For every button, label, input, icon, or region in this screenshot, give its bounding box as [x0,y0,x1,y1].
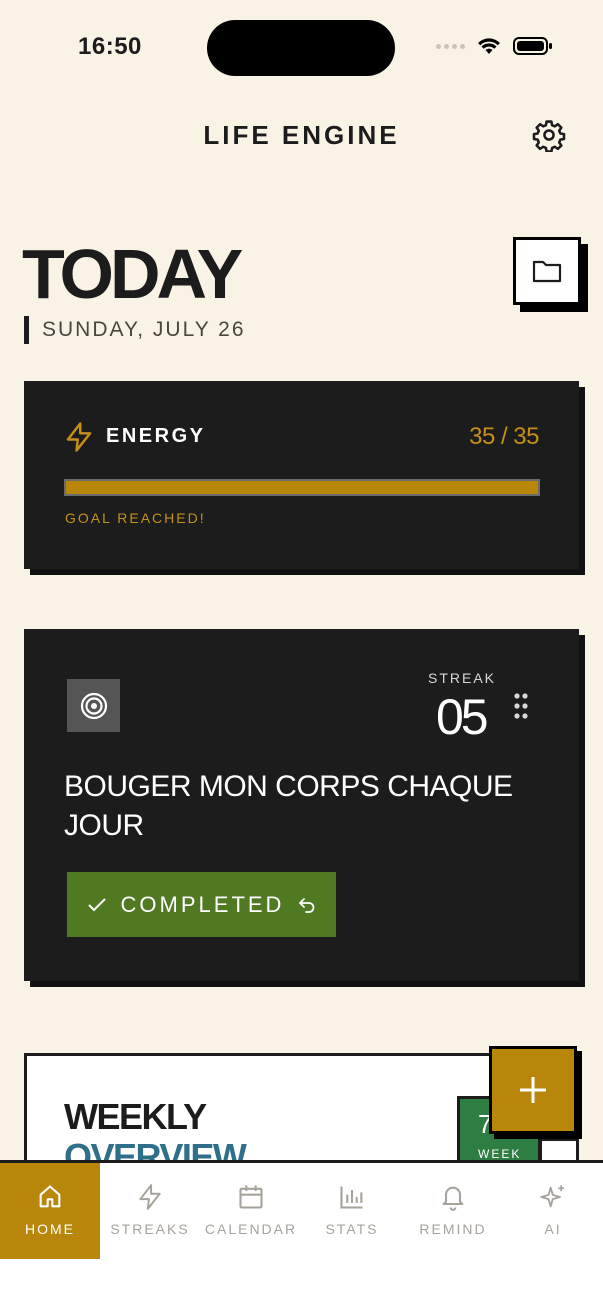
lightning-icon [139,1184,161,1210]
folder-button[interactable] [513,237,581,305]
app-title: LIFE ENGINE [203,120,400,150]
bottom-nav: HOME STREAKS CALENDAR STATS REMIND AI [0,1160,603,1311]
nav-label-calendar: CALENDAR [204,1221,298,1237]
date-label: SUNDAY, JULY 26 [42,318,246,341]
add-button[interactable] [489,1046,577,1134]
nav-label-home: HOME [25,1221,75,1237]
weekly-title-line1: WEEKLY [64,1096,207,1137]
battery-icon [513,37,552,55]
target-icon [80,692,107,719]
gear-icon [532,120,566,152]
undo-icon [299,897,315,913]
bell-icon [442,1186,464,1211]
folder-icon [532,260,562,283]
streak-label: STREAK [428,670,497,686]
energy-card: ENERGY 35 / 35 GOAL REACHED! [24,381,579,569]
signal-dots-icon [436,43,465,49]
completed-label: COMPLETED [120,891,285,917]
habit-card[interactable]: STREAK 05 BOUGER MON CORPS CHAQUE JOUR C… [24,629,579,981]
nav-item-streaks[interactable]: STREAKS [100,1163,200,1259]
drag-handle-icon[interactable] [514,693,528,719]
habit-title: BOUGER MON CORPS CHAQUE JOUR [64,770,513,842]
energy-count: 35 / 35 [469,423,539,450]
nav-item-ai[interactable]: AI [503,1163,603,1259]
nav-label-stats: STATS [325,1221,379,1237]
check-icon [87,897,106,911]
date-accent-bar [24,316,29,344]
lightning-icon [66,422,92,452]
completed-button[interactable]: COMPLETED [67,872,336,937]
plus-icon [520,1077,546,1103]
nav-item-home[interactable]: HOME [0,1163,100,1259]
energy-status: GOAL REACHED! [65,510,206,526]
habit-icon-box [67,679,120,732]
nav-label-streaks: STREAKS [110,1221,190,1237]
wifi-icon [478,38,500,54]
status-time: 16:50 [78,33,142,60]
status-icons [436,36,553,56]
bar-chart-icon [340,1186,363,1209]
sparkle-icon [540,1185,565,1208]
nav-item-stats[interactable]: STATS [302,1163,402,1259]
calendar-icon [239,1185,263,1209]
nav-item-remind[interactable]: REMIND [403,1163,503,1259]
settings-button[interactable] [530,116,568,154]
page-title: TODAY [22,235,243,313]
nav-label-ai: AI [544,1221,562,1237]
energy-label: ENERGY [106,425,206,447]
week-label: WEEK [478,1147,522,1161]
streak-value: 05 [436,689,489,745]
dynamic-island [207,20,395,76]
nav-item-calendar[interactable]: CALENDAR [201,1163,301,1259]
energy-progress-bar [64,479,540,496]
energy-progress-fill [66,481,538,494]
nav-label-remind: REMIND [419,1221,487,1237]
home-icon [39,1185,61,1208]
